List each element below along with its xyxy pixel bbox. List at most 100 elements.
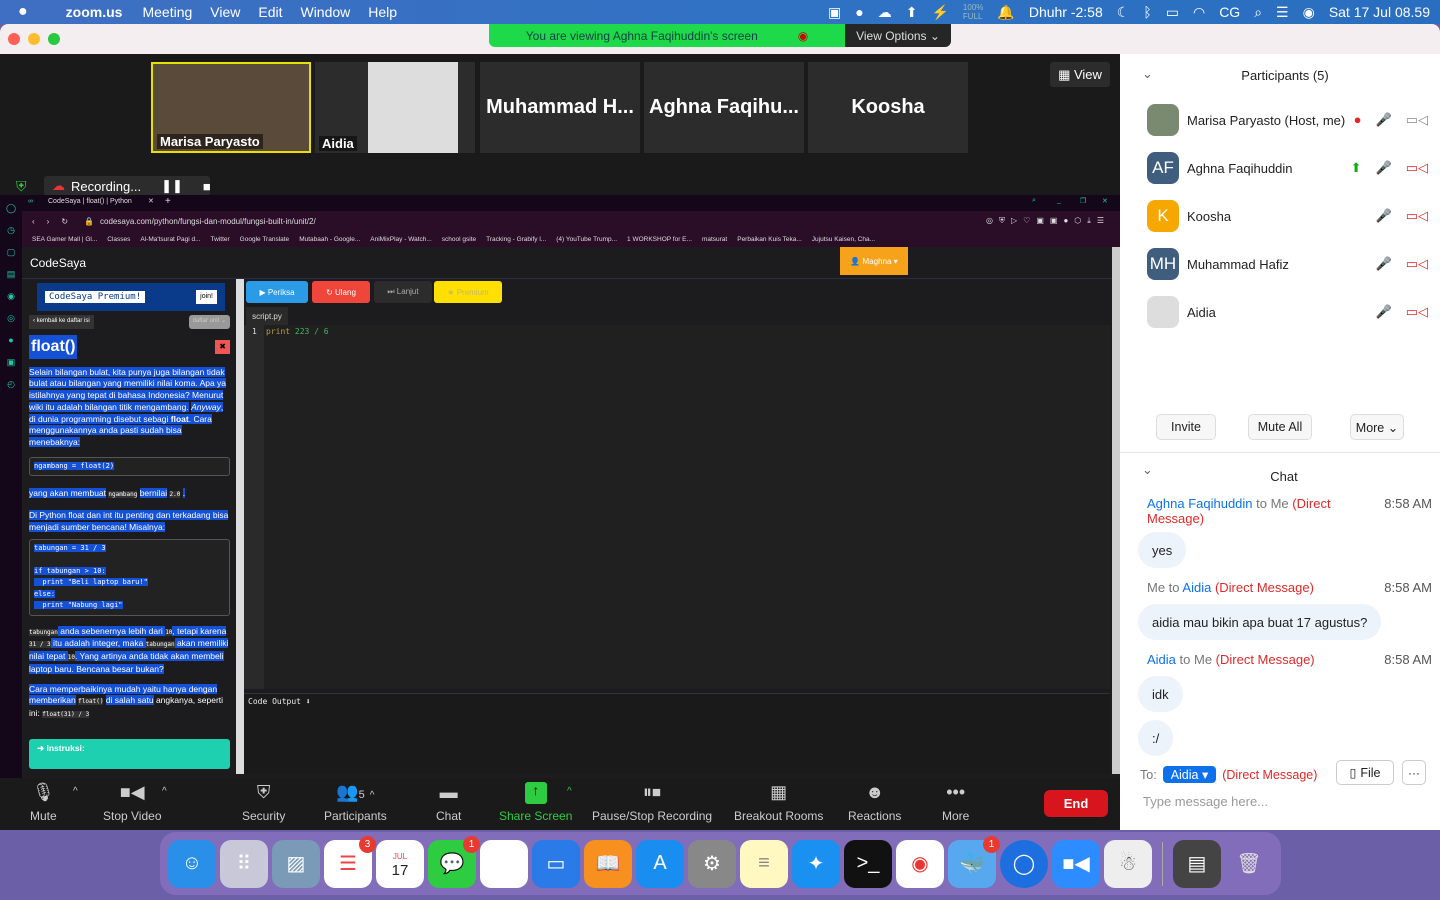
instagram-icon[interactable]: ◎: [0, 307, 22, 329]
upload-cloud-icon[interactable]: ⬆: [906, 4, 918, 21]
dock-messages-icon[interactable]: 💬 1: [428, 835, 480, 888]
bookmark-item[interactable]: Twitter: [211, 236, 230, 243]
chat-sender[interactable]: Aidia: [1147, 652, 1176, 667]
dock-system-preferences-icon[interactable]: ⚙: [688, 839, 736, 888]
close-lesson-button[interactable]: ✖: [215, 339, 230, 354]
cloud-status-icon[interactable]: ☁: [878, 4, 892, 21]
unit-list-dropdown[interactable]: daftar unit ⌄: [188, 315, 230, 329]
dock-trash-icon[interactable]: 🗑: [1225, 840, 1273, 888]
back-to-contents-button[interactable]: ‹ kembali ke daftar isi: [29, 315, 94, 329]
moon-icon[interactable]: ☾: [1117, 4, 1130, 21]
site-brand[interactable]: CodeSaya: [30, 256, 86, 270]
zoom-status-icon[interactable]: ▣: [828, 4, 841, 21]
fullscreen-window-button[interactable]: [48, 33, 60, 45]
minimize-window-button[interactable]: [28, 33, 40, 45]
video-options-caret[interactable]: ^: [162, 786, 167, 797]
menu-help[interactable]: Help: [368, 4, 397, 20]
close-browser-button[interactable]: ✕: [1102, 197, 1108, 205]
next-button[interactable]: ⏭ Lanjut: [374, 281, 432, 303]
premium-banner[interactable]: CodeSaya Premium! join!: [37, 283, 225, 311]
forward-icon[interactable]: ›: [47, 217, 50, 226]
dock-reminders-icon[interactable]: ☰ 3: [324, 835, 376, 888]
bookmark-item[interactable]: Classes: [107, 236, 130, 243]
code-editor[interactable]: 1 print 223 / 6: [244, 325, 1110, 689]
clock[interactable]: Sat 17 Jul 08.59: [1329, 4, 1430, 20]
history-icon[interactable]: ◴: [0, 373, 22, 395]
chat-bubble[interactable]: yes: [1138, 532, 1187, 568]
control-center-icon[interactable]: ☰: [1276, 4, 1289, 21]
chat-status-icon[interactable]: ●: [855, 4, 863, 20]
siri-icon[interactable]: ◉: [1303, 4, 1315, 21]
chat-message-input[interactable]: Type message here...: [1143, 794, 1423, 809]
share-screen-button[interactable]: ↑ Share Screen: [499, 782, 572, 823]
participant-row[interactable]: AF Aghna Faqihuddin ⬆ 🎤 ▭◁: [1120, 144, 1440, 192]
pause-stop-recording-button[interactable]: ⏸⏹ Pause/Stop Recording: [592, 782, 712, 823]
dock-notes-icon[interactable]: ≡: [740, 839, 788, 888]
breakout-rooms-button[interactable]: ▦ Breakout Rooms: [734, 782, 823, 823]
participants-button[interactable]: 👥5 ^ Participants: [324, 782, 387, 823]
bluetooth-icon[interactable]: ᛒ: [1143, 4, 1151, 20]
battery-app-icon[interactable]: ⚡: [931, 4, 948, 21]
reactions-button[interactable]: ☻ Reactions: [848, 782, 901, 823]
bookmark-item[interactable]: Tracking - Grabify l...: [486, 236, 546, 243]
stop-video-button[interactable]: ■◀ Stop Video: [103, 782, 162, 823]
recipient-dropdown[interactable]: Aidia ▾: [1162, 766, 1217, 783]
close-window-button[interactable]: [8, 33, 20, 45]
opera-logo-icon[interactable]: ◯: [0, 197, 22, 219]
restore-browser-button[interactable]: ❐: [1080, 197, 1086, 205]
dock-app-store-icon[interactable]: A: [636, 839, 684, 888]
browser-tab[interactable]: CodeSaya | float() | Python: [48, 198, 132, 205]
view-button[interactable]: ▦ View: [1050, 62, 1110, 87]
chat-button[interactable]: ▬ Chat: [436, 782, 461, 823]
speeddial-icon[interactable]: ◷: [0, 219, 22, 241]
dock-zoom-chat-icon[interactable]: ◯: [1000, 839, 1048, 888]
dock-docker-icon[interactable]: 🐳 1: [948, 835, 1000, 888]
pause-recording-icon[interactable]: ❚❚: [161, 178, 183, 194]
bookmark-item[interactable]: Al-Ma'tsurat Pagi d...: [140, 236, 200, 243]
participant-row[interactable]: Aidia 🎤 ▭◁: [1120, 288, 1440, 336]
bookmark-item[interactable]: 1 WORKSHOP for E...: [627, 236, 692, 243]
bookmark-item[interactable]: AniMixPlay - Watch...: [370, 236, 432, 243]
code-output-label[interactable]: Code Output ⬇: [248, 697, 311, 706]
minimize-browser-button[interactable]: _: [1057, 197, 1061, 204]
bookmark-item[interactable]: Perbaikan Kuis Teka...: [737, 236, 802, 243]
menu-meeting[interactable]: Meeting: [142, 4, 192, 20]
workspace-icon[interactable]: ∞: [28, 198, 33, 205]
file-tab[interactable]: script.py: [246, 307, 288, 325]
more-options-button[interactable]: More ⌄: [1350, 414, 1404, 440]
stop-recording-icon[interactable]: ■: [203, 179, 211, 194]
participant-row[interactable]: K Koosha 🎤 ▭◁: [1120, 192, 1440, 240]
chat-sender[interactable]: Aghna Faqihuddin: [1147, 496, 1253, 511]
premium-button[interactable]: ★ Premium: [434, 281, 502, 303]
spotlight-icon[interactable]: ⌕: [1254, 4, 1262, 21]
invite-button[interactable]: Invite: [1156, 414, 1216, 440]
bag-icon[interactable]: ▢: [0, 241, 22, 263]
menu-view[interactable]: View: [210, 4, 240, 20]
discord-icon[interactable]: ▣: [0, 351, 22, 373]
chat-more-button[interactable]: ···: [1402, 760, 1426, 785]
participant-row[interactable]: Marisa Paryasto (Host, me) ● 🎤 ▭◁: [1120, 96, 1440, 144]
dock-preview-icon[interactable]: ▨: [272, 839, 320, 888]
news-icon[interactable]: ▤: [0, 263, 22, 285]
dock-calendar-icon[interactable]: JUL 17: [376, 839, 424, 888]
share-options-caret[interactable]: ^: [567, 786, 572, 797]
menu-edit[interactable]: Edit: [258, 4, 282, 20]
dock-safari-icon[interactable]: ✦: [792, 839, 840, 888]
dock-photos-icon[interactable]: ✿: [480, 839, 528, 888]
dock-chrome-icon[interactable]: ◉: [896, 839, 944, 888]
new-tab-button[interactable]: +: [165, 196, 171, 207]
reset-button[interactable]: ↻ Ulang: [312, 281, 370, 303]
dock-keynote-icon[interactable]: ▭: [532, 839, 580, 888]
prayer-time[interactable]: Dhuhr -2:58: [1029, 4, 1103, 20]
back-icon[interactable]: ‹: [32, 217, 35, 226]
menu-app[interactable]: zoom.us: [66, 4, 123, 20]
security-button[interactable]: ⛨ Security: [242, 782, 285, 823]
browser-search-icon[interactable]: ⌕: [1032, 197, 1036, 205]
chat-bubble[interactable]: idk: [1138, 676, 1183, 712]
bookmark-item[interactable]: matsurat: [702, 236, 727, 243]
join-button[interactable]: join!: [196, 290, 217, 304]
dock-zoom-icon[interactable]: ■◀: [1052, 839, 1100, 888]
notification-bell-icon[interactable]: 🔔: [997, 4, 1014, 21]
dock-finder-icon[interactable]: ☺: [168, 839, 216, 888]
dock-terminal-icon[interactable]: >_: [844, 839, 892, 888]
